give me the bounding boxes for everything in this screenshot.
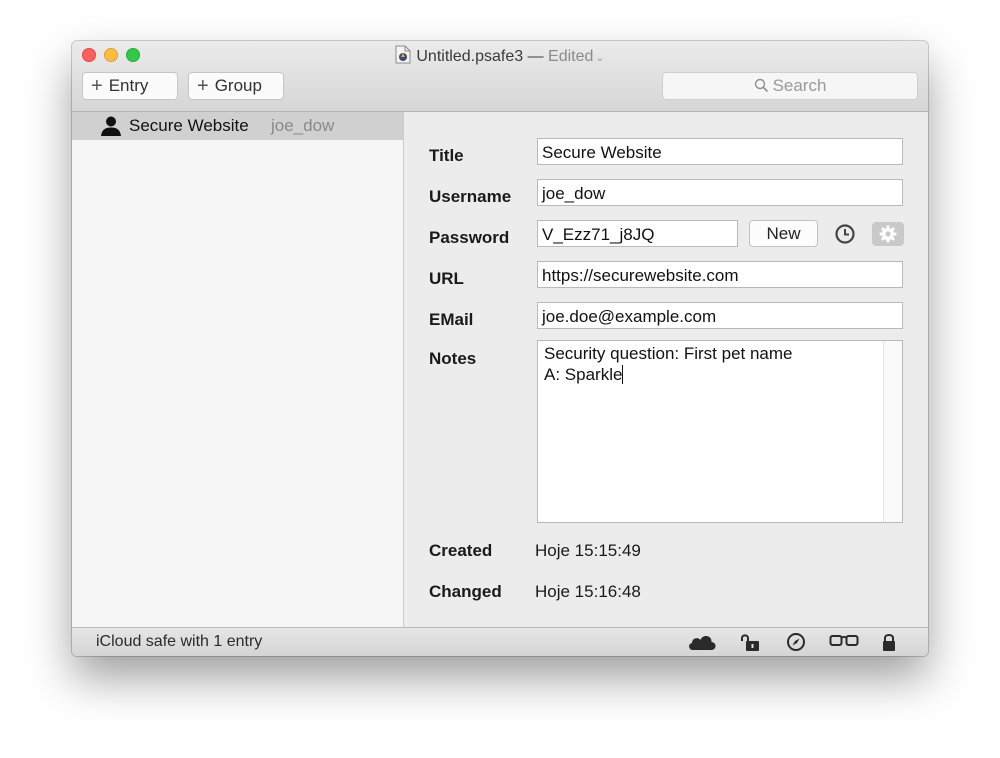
add-entry-button[interactable]: + Entry xyxy=(82,72,178,100)
plus-icon: + xyxy=(197,75,209,97)
edited-label: Edited xyxy=(548,48,594,65)
window-title: Untitled.psafe3 — Edited ⌄ xyxy=(72,45,928,69)
username-label: Username xyxy=(429,187,512,206)
notes-line-with-cursor: A: Sparkle xyxy=(544,364,902,385)
lock-icon[interactable] xyxy=(881,632,897,656)
compass-icon[interactable] xyxy=(786,632,806,656)
title-field[interactable]: Secure Website xyxy=(537,138,903,165)
search-icon xyxy=(754,75,769,101)
titlebar: Untitled.psafe3 — Edited ⌄ + Entry + Group … xyxy=(72,41,928,112)
url-field[interactable]: https://securewebsite.com xyxy=(537,261,903,288)
notes-textarea[interactable]: Security question: First pet name A: Spa… xyxy=(537,340,903,523)
entry-list: Secure Website joe_dow xyxy=(72,112,404,627)
glasses-icon[interactable] xyxy=(829,634,859,653)
add-group-label: Group xyxy=(214,76,262,95)
add-entry-label: Entry xyxy=(108,76,149,95)
email-label: EMail xyxy=(429,310,474,329)
person-icon xyxy=(100,115,122,146)
status-text: iCloud safe with 1 entry xyxy=(96,633,263,650)
cloud-icon[interactable] xyxy=(687,633,717,656)
notes-label: Notes xyxy=(429,349,477,368)
text-cursor xyxy=(622,365,624,384)
search-placeholder: Search xyxy=(772,76,827,95)
add-group-button[interactable]: + Group xyxy=(188,72,284,100)
new-password-button[interactable]: New xyxy=(749,220,818,247)
created-value: Hoje 15:15:49 xyxy=(535,541,641,560)
notes-scrollbar[interactable] xyxy=(883,341,902,522)
password-label: Password xyxy=(429,228,510,247)
document-icon xyxy=(395,45,411,69)
title-label: Title xyxy=(429,146,464,165)
entry-detail: Title Secure Website Username joe_dow Pa… xyxy=(404,112,928,627)
title-separator: — xyxy=(527,48,544,65)
gear-icon xyxy=(879,225,897,243)
username-field[interactable]: joe_dow xyxy=(537,179,903,206)
password-field[interactable]: V_Ezz71_j8JQ xyxy=(537,220,738,247)
search-field[interactable]: Search xyxy=(662,72,918,100)
entry-username: joe_dow xyxy=(271,116,335,135)
chevron-down-icon: ⌄ xyxy=(595,52,605,64)
created-label: Created xyxy=(429,541,493,560)
changed-value: Hoje 15:16:48 xyxy=(535,582,641,601)
list-item[interactable]: Secure Website joe_dow xyxy=(72,112,403,140)
changed-label: Changed xyxy=(429,582,502,601)
edited-menu[interactable]: Edited ⌄ xyxy=(548,48,605,65)
history-clock-icon[interactable] xyxy=(834,223,856,250)
notes-line: A: Sparkle xyxy=(544,365,623,384)
notes-line: Security question: First pet name xyxy=(544,344,793,363)
status-bar: iCloud safe with 1 entry xyxy=(72,627,928,656)
app-window: Untitled.psafe3 — Edited ⌄ + Entry + Group … xyxy=(72,41,928,656)
password-settings-button[interactable] xyxy=(872,222,904,246)
entry-title: Secure Website xyxy=(129,116,249,135)
document-name: Untitled.psafe3 xyxy=(416,48,524,65)
email-field[interactable]: joe.doe@example.com xyxy=(537,302,903,329)
url-label: URL xyxy=(429,269,464,288)
unlock-icon[interactable] xyxy=(739,632,761,656)
plus-icon: + xyxy=(91,75,103,97)
